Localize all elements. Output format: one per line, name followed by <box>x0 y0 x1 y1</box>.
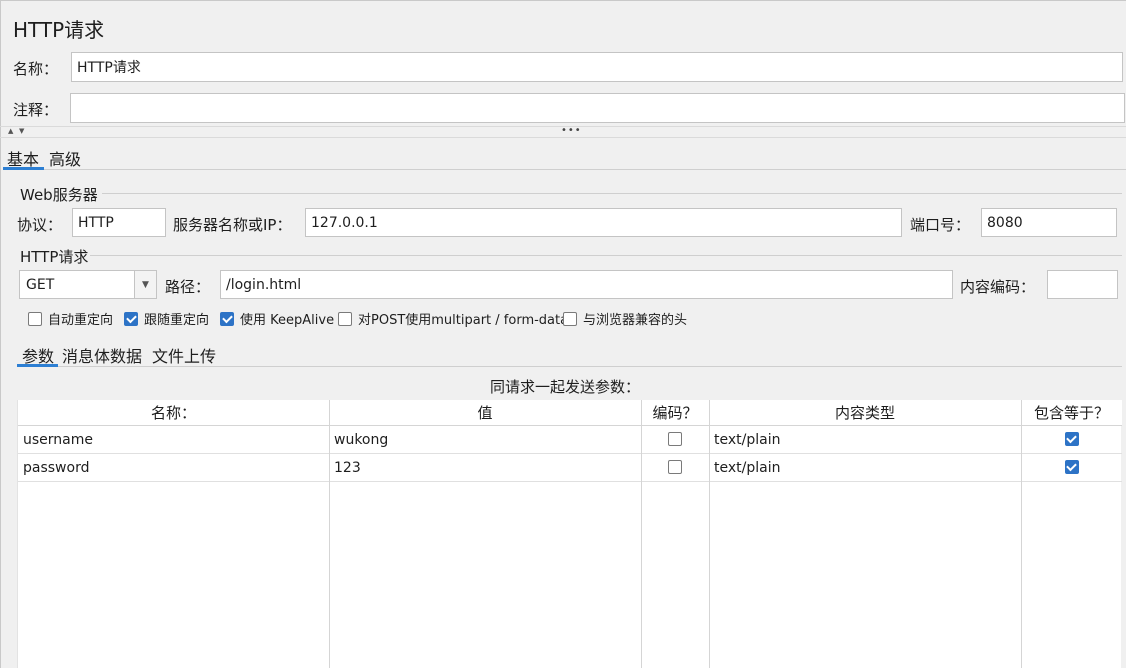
encode-cell[interactable] <box>641 426 709 454</box>
column-header-name[interactable]: 名称： <box>18 400 329 426</box>
name-label: 名称： <box>13 60 59 78</box>
tab-separator <box>44 169 1126 170</box>
splitter-grip-icon[interactable]: ••• <box>561 125 582 136</box>
column-header-encode[interactable]: 编码？ <box>641 400 709 426</box>
include-equals-cell[interactable] <box>1021 454 1122 482</box>
param-value-cell[interactable]: 123 <box>329 454 641 482</box>
window-top-border <box>0 0 1126 1</box>
param-name-cell[interactable]: password <box>18 454 329 482</box>
column-divider <box>641 400 642 668</box>
collapse-down-icon[interactable]: ▼ <box>19 127 24 135</box>
web-server-group-line <box>102 193 1122 194</box>
encode-checkbox[interactable] <box>668 460 682 474</box>
auto-redirect-checkbox[interactable] <box>28 311 42 326</box>
path-label: 路径： <box>165 278 211 296</box>
include-equals-checkbox[interactable] <box>1064 432 1079 446</box>
include-equals-cell[interactable] <box>1021 426 1122 454</box>
include-equals-checkbox[interactable] <box>1064 460 1079 474</box>
encode-checkbox[interactable] <box>668 432 682 446</box>
protocol-label: 协议： <box>17 216 63 234</box>
comment-input[interactable] <box>70 93 1125 123</box>
method-value: GET <box>26 276 55 293</box>
multipart-label: 对POST使用multipart / form-data <box>358 313 569 328</box>
port-label: 端口号： <box>910 216 971 234</box>
follow-redirect-checkbox[interactable] <box>124 311 138 326</box>
column-divider <box>1021 400 1022 668</box>
tab-parameters-indicator <box>17 364 58 367</box>
multipart-option[interactable]: 对POST使用multipart / form-data <box>338 309 568 328</box>
tab-basic-indicator <box>3 167 44 170</box>
protocol-input[interactable]: HTTP <box>72 208 166 237</box>
web-server-group-title: Web服务器 <box>20 186 98 204</box>
http-request-group-title: HTTP请求 <box>20 248 89 266</box>
chevron-down-icon[interactable]: ▼ <box>134 271 156 298</box>
port-input[interactable]: 8080 <box>981 208 1117 237</box>
column-divider <box>709 400 710 668</box>
follow-redirect-label: 跟随重定向 <box>144 313 210 328</box>
table-row[interactable]: username wukong text/plain <box>18 426 1122 454</box>
encoding-input[interactable] <box>1047 270 1118 299</box>
keepalive-label: 使用 KeepAlive <box>240 313 335 328</box>
name-input[interactable]: HTTP请求 <box>71 52 1123 82</box>
column-header-include-equals[interactable]: 包含等于？ <box>1021 400 1122 426</box>
param-name-cell[interactable]: username <box>18 426 329 454</box>
table-row[interactable]: password 123 text/plain <box>18 454 1122 482</box>
encode-cell[interactable] <box>641 454 709 482</box>
comment-label: 注释： <box>13 101 59 119</box>
column-header-value[interactable]: 值 <box>329 400 641 426</box>
content-type-cell[interactable]: text/plain <box>709 454 1021 482</box>
panel-title: HTTP请求 <box>13 18 105 42</box>
keepalive-checkbox[interactable] <box>220 311 234 326</box>
keepalive-option[interactable]: 使用 KeepAlive <box>220 309 334 328</box>
browser-headers-label: 与浏览器兼容的头 <box>583 313 688 328</box>
tab-body-data[interactable]: 消息体数据 <box>62 343 142 367</box>
follow-redirect-option[interactable]: 跟随重定向 <box>124 309 209 328</box>
auto-redirect-option[interactable]: 自动重定向 <box>28 309 113 328</box>
browser-headers-option[interactable]: 与浏览器兼容的头 <box>563 309 687 328</box>
auto-redirect-label: 自动重定向 <box>48 313 114 328</box>
tab-advanced[interactable]: 高级 <box>49 146 81 170</box>
http-request-group-line <box>90 255 1122 256</box>
tab-file-upload[interactable]: 文件上传 <box>152 343 216 367</box>
column-divider <box>329 400 330 668</box>
column-header-content-type[interactable]: 内容类型 <box>709 400 1021 426</box>
parameters-table[interactable]: 名称： 值 编码？ 内容类型 包含等于？ username wukong tex… <box>17 400 1122 668</box>
param-value-cell[interactable]: wukong <box>329 426 641 454</box>
multipart-checkbox[interactable] <box>338 311 352 326</box>
server-label: 服务器名称或IP： <box>173 216 292 234</box>
browser-headers-checkbox[interactable] <box>563 311 577 326</box>
sub-tab-separator <box>58 366 1122 367</box>
params-caption: 同请求一起发送参数： <box>490 378 641 396</box>
collapse-up-icon[interactable]: ▲ <box>8 127 13 135</box>
encoding-label: 内容编码： <box>960 278 1036 296</box>
path-input[interactable]: /login.html <box>220 270 953 299</box>
server-input[interactable]: 127.0.0.1 <box>305 208 902 237</box>
content-type-cell[interactable]: text/plain <box>709 426 1021 454</box>
window-left-border <box>0 0 1 668</box>
